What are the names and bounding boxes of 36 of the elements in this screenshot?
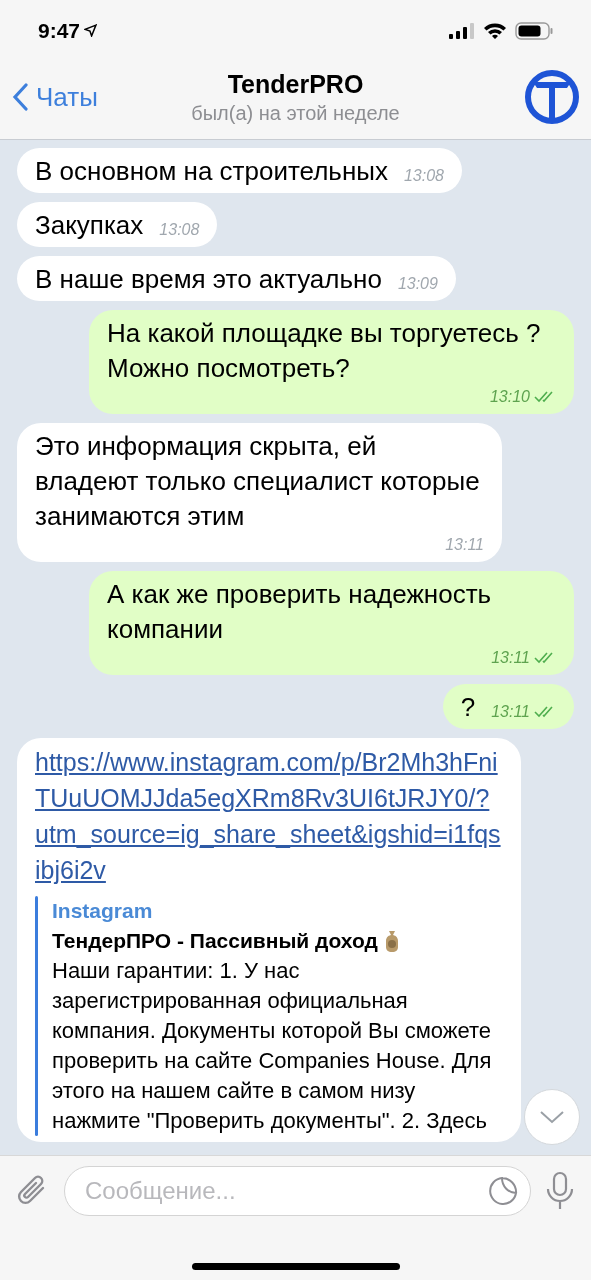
message-time: 13:11	[445, 535, 484, 555]
message-input[interactable]: Сообщение...	[85, 1173, 488, 1209]
message-link[interactable]: https://www.instagram.com/p/Br2Mh3hFniTUuUOMJJda5egXRm8Rv3UI6tJRJY0/?utm_source=ig_share_sheet&igshid=i1fqsibj6i2v	[35, 744, 503, 888]
double-check-icon	[534, 391, 556, 403]
message-time: 13:08	[159, 220, 200, 240]
avatar-logo[interactable]	[525, 70, 579, 124]
message-text: Закупках	[35, 209, 144, 242]
wifi-icon	[483, 22, 507, 39]
message-text: ?	[460, 691, 476, 724]
preview-site: Instagram	[52, 898, 154, 924]
message-text: В наше время это актуально	[35, 263, 382, 296]
chevron-left-icon	[12, 83, 28, 111]
message-time: 13:09	[397, 274, 438, 294]
location-arrow-icon	[84, 24, 98, 37]
double-check-icon	[534, 652, 556, 664]
microphone-icon[interactable]	[545, 1171, 575, 1211]
chat-status: был(а) на этой неделе	[191, 101, 400, 126]
message-text: В основном на строительных	[35, 155, 388, 188]
battery-icon	[515, 21, 553, 40]
message-time: 13:11	[491, 702, 530, 722]
preview-description: Наши гарантии: 1. У нас зарегистрированная официальная компания. Документы которой Вы сможете проверить на сайте Companies House. Для этого на нашем сайте в самом низу нажмите "Проверить документы". 2. Здесь	[52, 957, 493, 1135]
message-text: А как же проверить надежность компании	[107, 578, 493, 646]
message-text: На какой площадке вы торгуетесь ? Можно посмотреть?	[107, 317, 542, 385]
message-text: Это информация скрыта, ей владеют только специалист которые занимаются этим	[35, 430, 481, 533]
sticker-icon[interactable]	[488, 1175, 520, 1207]
message-time: 13:08	[403, 166, 444, 186]
chat-title: TenderPRO	[227, 69, 364, 100]
back-button[interactable]: Чаты	[12, 77, 142, 117]
message-field[interactable]: Сообщение...	[64, 1166, 531, 1216]
status-time: 9:47	[38, 17, 81, 44]
double-check-icon	[534, 706, 556, 718]
preview-title: ТендерПРО - Пассивный доход	[52, 928, 378, 954]
signal-icon	[449, 22, 475, 39]
message-time: 13:11	[491, 648, 530, 668]
message-time: 13:10	[489, 387, 530, 407]
chevron-down-icon	[539, 1110, 565, 1124]
